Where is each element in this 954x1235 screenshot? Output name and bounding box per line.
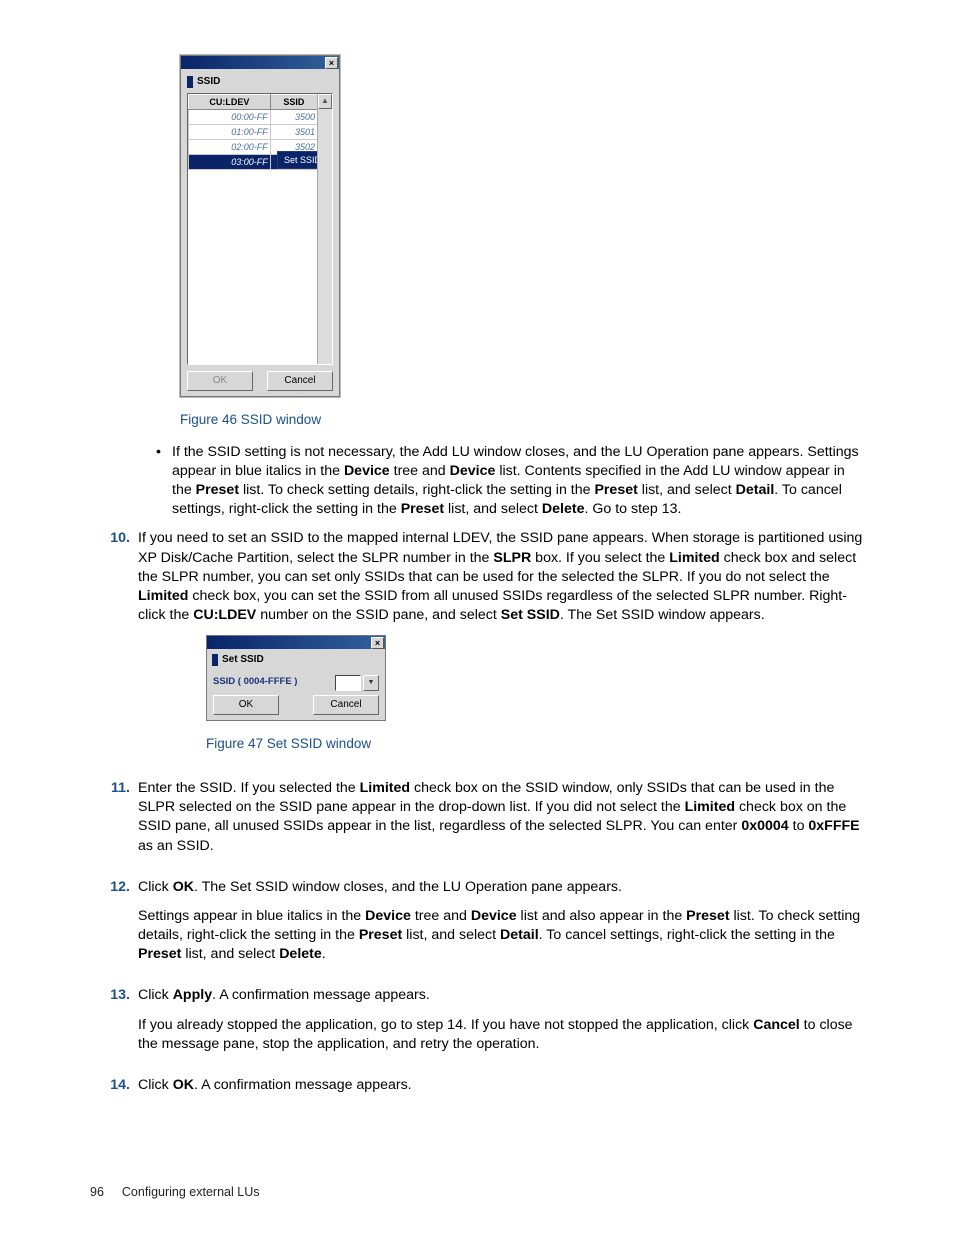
ssid-input[interactable]	[335, 675, 361, 691]
step-13: 13. Click Apply. A confirmation message …	[90, 986, 864, 1064]
ok-button[interactable]: OK	[187, 371, 253, 391]
panel-title: SSID	[197, 75, 220, 89]
scrollbar[interactable]: ▲	[317, 94, 332, 364]
col-ssid: SSID	[270, 94, 317, 109]
ssid-table-wrap: CU:LDEV SSID 00:00-FF3500 01:00-FF3501 0…	[187, 93, 333, 365]
figure-caption-46: Figure 46 SSID window	[180, 411, 864, 429]
scroll-up-icon[interactable]: ▲	[318, 94, 332, 109]
col-culdev: CU:LDEV	[189, 94, 271, 109]
bullet-item: If the SSID setting is not necessary, th…	[152, 443, 864, 520]
dialog-titlebar: ×	[207, 636, 385, 649]
close-icon[interactable]: ×	[325, 57, 338, 69]
close-icon[interactable]: ×	[371, 637, 384, 649]
step-11: 11. Enter the SSID. If you selected the …	[90, 779, 864, 866]
page-footer: 96 Configuring external LUs	[90, 1184, 259, 1201]
ssid-range-label: SSID ( 0004-FFFE )	[213, 676, 297, 689]
step-12: 12. Click OK. The Set SSID window closes…	[90, 878, 864, 975]
step-10: 10. If you need to set an SSID to the ma…	[90, 529, 864, 767]
step-14: 14. Click OK. A confirmation message app…	[90, 1076, 864, 1105]
dropdown-icon[interactable]: ▼	[363, 675, 379, 691]
panel-title: Set SSID	[222, 653, 264, 667]
ok-button[interactable]: OK	[213, 695, 279, 715]
section-title: Configuring external LUs	[122, 1184, 260, 1201]
ssid-input-row: SSID ( 0004-FFFE ) ▼	[207, 671, 385, 695]
figure-caption-47: Figure 47 Set SSID window	[206, 735, 864, 753]
panel-header: SSID	[187, 75, 333, 89]
table-row[interactable]: 01:00-FF3501	[189, 124, 318, 139]
cancel-button[interactable]: Cancel	[313, 695, 379, 715]
ssid-dialog: × SSID CU:LDEV SSID 00:00-FF3500 01:00-F…	[180, 55, 340, 397]
table-row[interactable]: 00:00-FF3500	[189, 109, 318, 124]
cancel-button[interactable]: Cancel	[267, 371, 333, 391]
page-number: 96	[90, 1184, 104, 1201]
set-ssid-dialog: × Set SSID SSID ( 0004-FFFE ) ▼	[206, 635, 386, 721]
dialog-titlebar: ×	[181, 56, 339, 69]
